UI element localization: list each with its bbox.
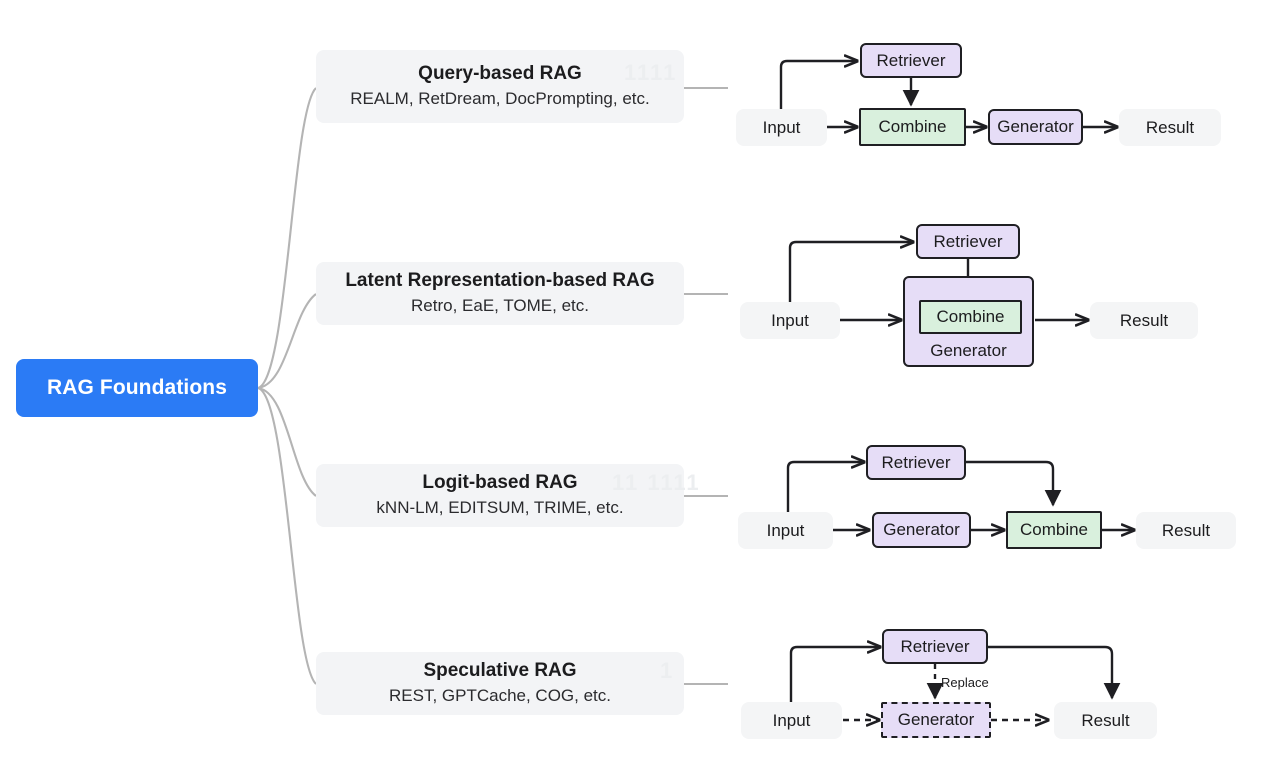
branch-card-latent-representation-based[interactable]: Latent Representation-based RAG Retro, E… bbox=[316, 262, 684, 325]
node-label: Generator bbox=[930, 341, 1007, 360]
node-label: Input bbox=[772, 710, 811, 730]
node-result-row-3[interactable]: Result bbox=[1136, 512, 1236, 549]
branch-title: Logit-based RAG bbox=[422, 471, 578, 493]
branch-card-logit-based[interactable]: Logit-based RAG kNN-LM, EDITSUM, TRIME, … bbox=[316, 464, 684, 527]
node-generator-row-2[interactable]: Combine Generator bbox=[903, 276, 1034, 367]
branch-title: Query-based RAG bbox=[418, 62, 582, 84]
node-label: Retriever bbox=[900, 636, 970, 656]
node-label: Input bbox=[771, 310, 809, 330]
branch-title: Latent Representation-based RAG bbox=[345, 269, 655, 291]
branch-subtitle: REST, GPTCache, COG, etc. bbox=[388, 686, 611, 706]
node-generator-row-4[interactable]: Generator bbox=[881, 702, 991, 738]
branch-card-speculative[interactable]: Speculative RAG REST, GPTCache, COG, etc… bbox=[316, 652, 684, 715]
root-node-label: RAG Foundations bbox=[47, 376, 227, 399]
node-input-row-2[interactable]: Input bbox=[740, 302, 840, 339]
node-label: Generator bbox=[997, 117, 1074, 136]
node-combine-row-3[interactable]: Combine bbox=[1006, 511, 1102, 549]
node-retriever-row-1[interactable]: Retriever bbox=[860, 43, 962, 78]
node-input-row-1[interactable]: Input bbox=[736, 109, 827, 146]
node-retriever-row-3[interactable]: Retriever bbox=[866, 445, 966, 480]
node-label: Input bbox=[762, 117, 801, 137]
card-stubs bbox=[684, 86, 728, 686]
node-input-row-3[interactable]: Input bbox=[738, 512, 833, 549]
node-result-row-1[interactable]: Result bbox=[1119, 109, 1221, 146]
branch-subtitle: Retro, EaE, TOME, etc. bbox=[411, 296, 589, 316]
node-label: Result bbox=[1161, 520, 1211, 540]
root-node[interactable]: RAG Foundations bbox=[16, 359, 258, 417]
node-combine-row-1[interactable]: Combine bbox=[859, 108, 966, 146]
node-result-row-4[interactable]: Result bbox=[1054, 702, 1157, 739]
node-label: Retriever bbox=[933, 231, 1003, 251]
node-result-row-2[interactable]: Result bbox=[1090, 302, 1198, 339]
node-label: Retriever bbox=[881, 452, 951, 472]
node-label: Retriever bbox=[876, 50, 946, 70]
node-generator-row-1[interactable]: Generator bbox=[988, 109, 1083, 145]
node-label: Combine bbox=[936, 307, 1005, 326]
edge-label-replace: Replace bbox=[941, 675, 989, 690]
node-retriever-row-2[interactable]: Retriever bbox=[916, 224, 1020, 259]
branch-subtitle: kNN-LM, EDITSUM, TRIME, etc. bbox=[376, 498, 624, 518]
node-retriever-row-4[interactable]: Retriever bbox=[882, 629, 988, 664]
branch-title: Speculative RAG bbox=[423, 659, 577, 681]
node-label: Generator bbox=[883, 520, 960, 539]
node-generator-row-3[interactable]: Generator bbox=[872, 512, 971, 548]
node-label: Combine bbox=[1019, 520, 1089, 539]
branch-card-query-based[interactable]: Query-based RAG REALM, RetDream, DocProm… bbox=[316, 50, 684, 123]
node-label: Result bbox=[1081, 710, 1130, 730]
node-label: Combine bbox=[878, 117, 947, 136]
branch-subtitle: REALM, RetDream, DocPrompting, etc. bbox=[350, 89, 650, 109]
node-label: Result bbox=[1145, 117, 1195, 137]
mindmap-connectors bbox=[257, 87, 317, 685]
node-input-row-4[interactable]: Input bbox=[741, 702, 842, 739]
node-label: Generator bbox=[897, 710, 975, 729]
node-label: Result bbox=[1119, 310, 1169, 330]
node-label: Input bbox=[766, 520, 805, 540]
node-combine-row-2[interactable]: Combine bbox=[919, 300, 1022, 334]
